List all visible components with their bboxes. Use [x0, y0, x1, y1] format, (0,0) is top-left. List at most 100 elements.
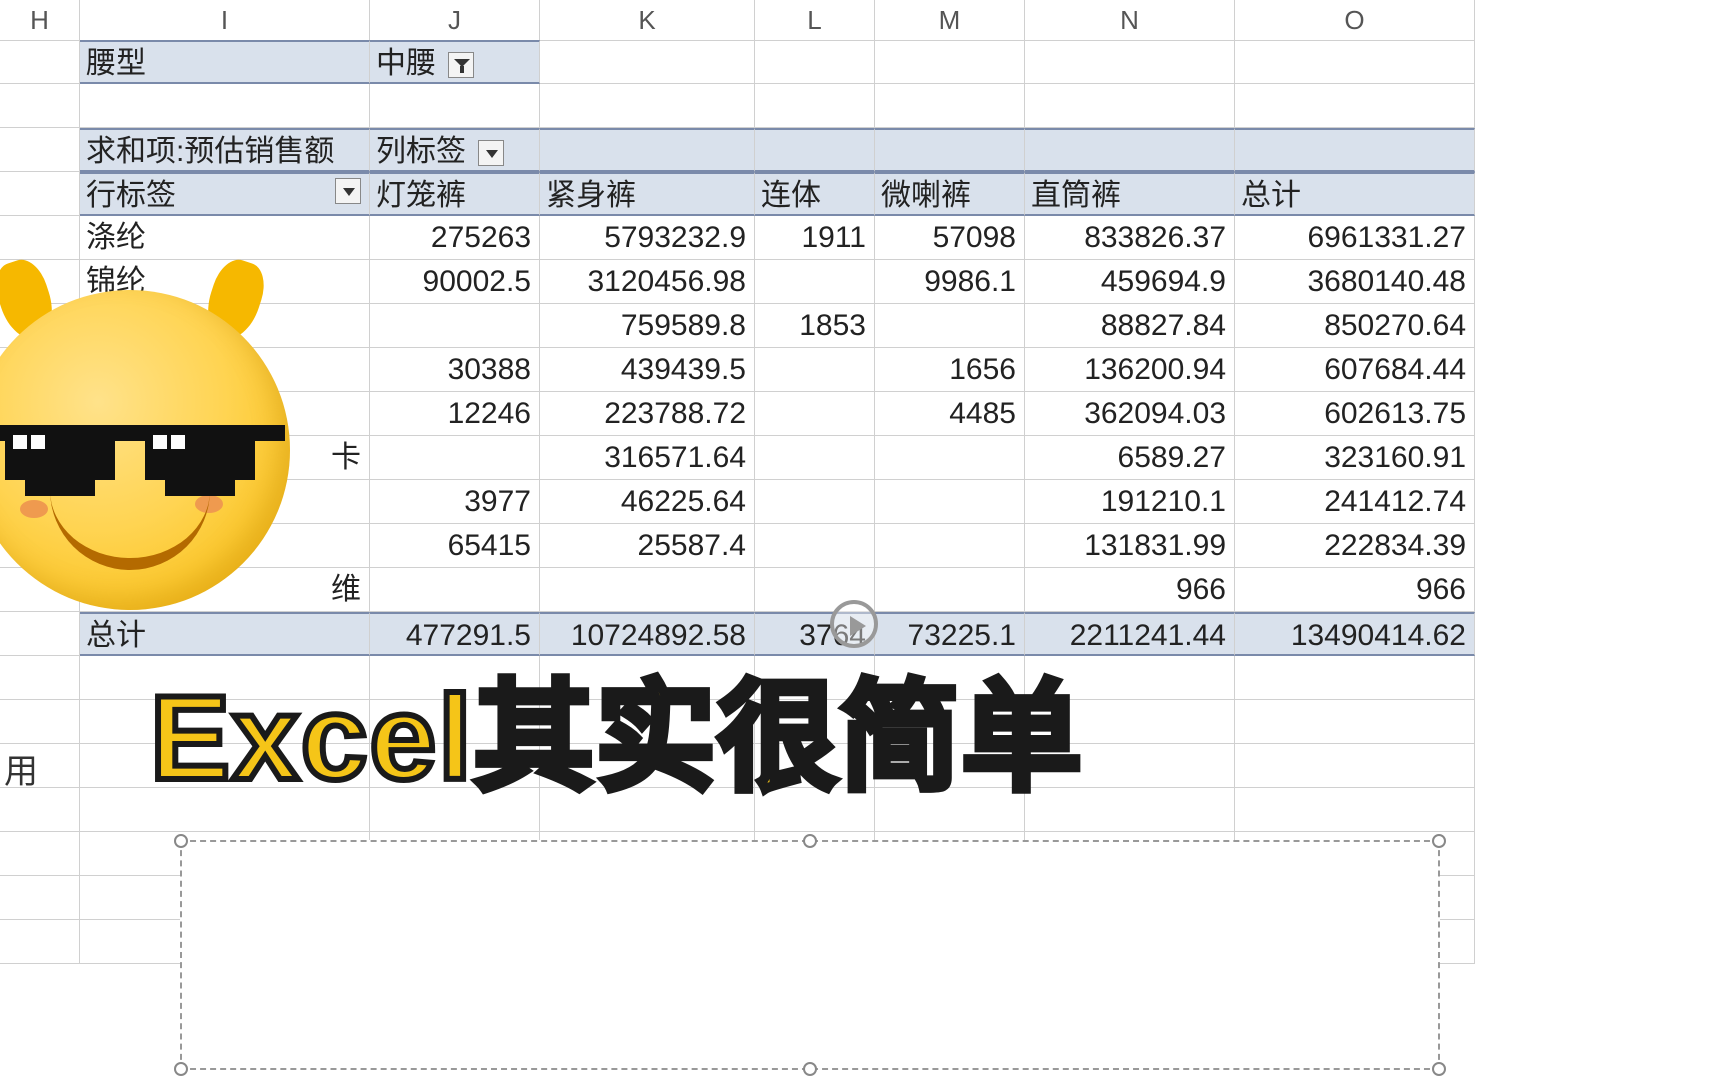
pivot-value[interactable]	[755, 260, 875, 304]
resize-handle[interactable]	[1432, 1062, 1446, 1076]
pivot-value[interactable]	[875, 304, 1025, 348]
pivot-value[interactable]	[875, 436, 1025, 480]
col-header[interactable]: O	[1235, 0, 1475, 41]
pivot-value[interactable]: 316571.64	[540, 436, 755, 480]
pivot-value[interactable]: 850270.64	[1235, 304, 1475, 348]
pivot-value[interactable]: 966	[1025, 568, 1235, 612]
pivot-col-header[interactable]: 微喇裤	[875, 172, 1025, 216]
cell[interactable]	[875, 40, 1025, 84]
col-header[interactable]: N	[1025, 0, 1235, 41]
pivot-value[interactable]	[370, 568, 540, 612]
cell[interactable]	[1235, 700, 1475, 744]
pivot-value[interactable]: 459694.9	[1025, 260, 1235, 304]
pivot-col-header[interactable]: 灯笼裤	[370, 172, 540, 216]
cell[interactable]	[755, 84, 875, 128]
cell[interactable]	[875, 128, 1025, 172]
pivot-value[interactable]: 3977	[370, 480, 540, 524]
pivot-value[interactable]	[755, 524, 875, 568]
pivot-col-header[interactable]: 总计	[1235, 172, 1475, 216]
chart-placeholder[interactable]	[180, 840, 1440, 1070]
cell[interactable]	[0, 788, 80, 832]
pivot-value[interactable]: 57098	[875, 216, 1025, 260]
pivot-row-caption-cell[interactable]: 行标签	[80, 172, 370, 216]
cell[interactable]	[0, 656, 80, 700]
cell[interactable]	[755, 128, 875, 172]
pivot-value[interactable]	[755, 480, 875, 524]
pivot-value[interactable]: 5793232.9	[540, 216, 755, 260]
pivot-value[interactable]: 362094.03	[1025, 392, 1235, 436]
pivot-value[interactable]: 222834.39	[1235, 524, 1475, 568]
pivot-value[interactable]: 65415	[370, 524, 540, 568]
pivot-value[interactable]: 223788.72	[540, 392, 755, 436]
dropdown-icon[interactable]	[335, 178, 361, 204]
pivot-value[interactable]	[875, 480, 1025, 524]
pivot-measure-label[interactable]: 求和项:预估销售额	[80, 128, 370, 172]
col-header[interactable]: J	[370, 0, 540, 41]
pivot-value[interactable]: 607684.44	[1235, 348, 1475, 392]
resize-handle[interactable]	[803, 1062, 817, 1076]
cell[interactable]	[0, 832, 80, 876]
pivot-value[interactable]	[540, 568, 755, 612]
pivot-row-label[interactable]: 涤纶	[80, 216, 370, 260]
cell[interactable]	[1235, 656, 1475, 700]
cell[interactable]	[1025, 40, 1235, 84]
pivot-value[interactable]: 6961331.27	[1235, 216, 1475, 260]
pivot-total-value[interactable]: 13490414.62	[1235, 612, 1475, 656]
cell[interactable]	[540, 40, 755, 84]
resize-handle[interactable]	[1432, 834, 1446, 848]
col-header[interactable]: K	[540, 0, 755, 41]
pivot-value[interactable]: 759589.8	[540, 304, 755, 348]
resize-handle[interactable]	[803, 834, 817, 848]
cell[interactable]	[0, 700, 80, 744]
filter-icon[interactable]	[448, 52, 474, 78]
pivot-col-caption-cell[interactable]: 列标签	[370, 128, 540, 172]
cell[interactable]	[0, 920, 80, 964]
pivot-value[interactable]: 12246	[370, 392, 540, 436]
resize-handle[interactable]	[174, 1062, 188, 1076]
cell[interactable]	[1235, 40, 1475, 84]
pivot-value[interactable]: 1656	[875, 348, 1025, 392]
pivot-value[interactable]: 88827.84	[1025, 304, 1235, 348]
cell[interactable]	[1025, 128, 1235, 172]
cell[interactable]	[875, 84, 1025, 128]
pivot-value[interactable]	[875, 568, 1025, 612]
pivot-value[interactable]: 1911	[755, 216, 875, 260]
pivot-value[interactable]: 966	[1235, 568, 1475, 612]
pivot-value[interactable]: 241412.74	[1235, 480, 1475, 524]
col-header[interactable]: M	[875, 0, 1025, 41]
cell[interactable]	[0, 216, 80, 260]
pivot-value[interactable]: 439439.5	[540, 348, 755, 392]
filter-value-cell[interactable]: 中腰	[370, 40, 540, 84]
pivot-value[interactable]: 6589.27	[1025, 436, 1235, 480]
cell[interactable]	[1235, 788, 1475, 832]
cell[interactable]	[370, 84, 540, 128]
cell[interactable]	[0, 172, 80, 216]
pivot-value[interactable]: 602613.75	[1235, 392, 1475, 436]
pivot-value[interactable]: 3680140.48	[1235, 260, 1475, 304]
pivot-value[interactable]: 323160.91	[1235, 436, 1475, 480]
resize-handle[interactable]	[174, 834, 188, 848]
pivot-col-header[interactable]: 直筒裤	[1025, 172, 1235, 216]
cell[interactable]	[540, 128, 755, 172]
cell[interactable]	[1235, 84, 1475, 128]
pivot-col-header[interactable]: 连体	[755, 172, 875, 216]
cell[interactable]	[1235, 128, 1475, 172]
filter-field[interactable]: 腰型	[80, 40, 370, 84]
pivot-value[interactable]: 30388	[370, 348, 540, 392]
dropdown-icon[interactable]	[478, 140, 504, 166]
cell[interactable]	[540, 84, 755, 128]
pivot-value[interactable]: 833826.37	[1025, 216, 1235, 260]
pivot-value[interactable]	[370, 436, 540, 480]
cell[interactable]	[0, 128, 80, 172]
cell[interactable]	[0, 876, 80, 920]
pivot-value[interactable]	[875, 524, 1025, 568]
pivot-value[interactable]: 4485	[875, 392, 1025, 436]
pivot-value[interactable]	[755, 436, 875, 480]
cell[interactable]	[0, 40, 80, 84]
pivot-value[interactable]: 3120456.98	[540, 260, 755, 304]
pivot-value[interactable]: 90002.5	[370, 260, 540, 304]
pivot-value[interactable]: 131831.99	[1025, 524, 1235, 568]
cell[interactable]	[1025, 84, 1235, 128]
col-header[interactable]: H	[0, 0, 80, 41]
cell[interactable]	[80, 84, 370, 128]
